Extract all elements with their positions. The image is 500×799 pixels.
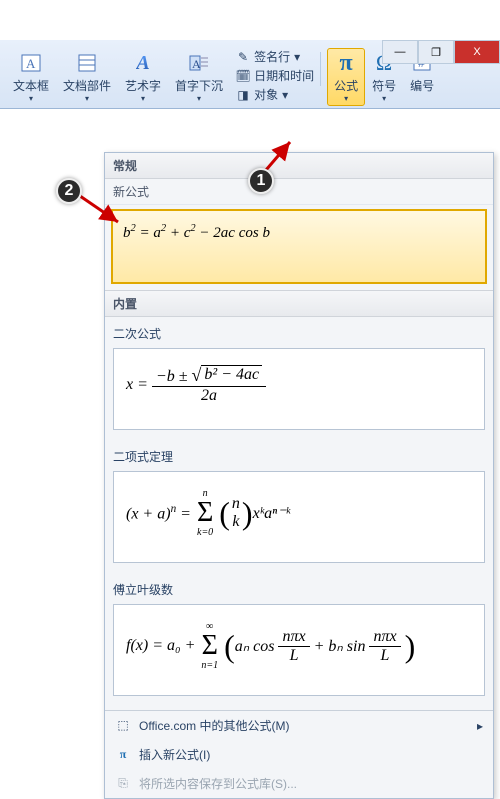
office-icon: ⬚ — [115, 718, 131, 734]
new-equation-item[interactable]: b2 = a2 + c2 − 2ac cos b — [111, 209, 487, 284]
chevron-right-icon: ▸ — [477, 719, 483, 733]
equation-label: 公式 — [334, 77, 358, 94]
save-to-gallery-label: 将所选内容保存到公式库(S)... — [139, 775, 297, 792]
binomial-item[interactable]: (x + a)n = n Σ k=0 ( n k ) xᵏaⁿ⁻ᵏ — [113, 471, 485, 563]
minimize-button[interactable]: — — [382, 40, 418, 64]
quadratic-item[interactable]: x = −b ± √b² − 4ac 2a — [113, 348, 485, 430]
equation-button[interactable]: π 公式 ▾ — [327, 48, 365, 106]
chevron-down-icon: ▾ — [382, 94, 386, 103]
quadratic-title: 二次公式 — [105, 317, 493, 346]
sigma-icon: ∞ Σ n=1 — [201, 621, 218, 671]
chevron-down-icon: ▾ — [29, 94, 33, 103]
fourier-frac-a: nπx L — [278, 628, 309, 665]
insert-new-equation-button[interactable]: π 插入新公式(I) — [105, 740, 493, 769]
svg-text:A: A — [26, 56, 36, 71]
fourier-title: 傅立叶级数 — [105, 573, 493, 602]
save-icon: ⎘ — [115, 776, 131, 792]
annotation-step-1: 1 — [248, 168, 274, 194]
pi-icon: π — [115, 747, 131, 763]
chevron-down-icon: ▾ — [141, 94, 145, 103]
binom-tail: xᵏaⁿ⁻ᵏ — [253, 503, 291, 523]
builtin-header: 内置 — [105, 290, 493, 317]
datetime-label: 日期和时间 — [254, 67, 314, 84]
quadratic-lhs: x = — [126, 376, 148, 394]
chevron-down-icon: ▾ — [85, 94, 89, 103]
wordart-label: 艺术字 — [125, 77, 161, 94]
textbox-button[interactable]: A 文本框 ▾ — [6, 48, 56, 106]
docparts-icon — [75, 51, 99, 75]
equation-preview-new: b2 = a2 + c2 − 2ac cos b — [123, 225, 270, 241]
new-equation-header: 新公式 — [105, 179, 493, 205]
pi-icon: π — [334, 51, 358, 75]
rparen-icon: ) — [405, 638, 416, 654]
maximize-button[interactable]: ❐ — [418, 40, 454, 64]
datetime-button[interactable]: 🗓 日期和时间 — [236, 67, 314, 84]
fourier-term-b: + bₙ sin — [314, 636, 366, 656]
object-button[interactable]: ◨ 对象 ▾ — [236, 86, 314, 103]
equation-dropdown: 常规 新公式 b2 = a2 + c2 − 2ac cos b 内置 二次公式 … — [104, 152, 494, 799]
docparts-label: 文档部件 — [63, 77, 111, 94]
binomial-title: 二项式定理 — [105, 440, 493, 469]
svg-text:A: A — [192, 57, 201, 71]
dropcap-icon: A — [187, 51, 211, 75]
lparen-icon: ( — [219, 505, 230, 521]
dropdown-footer: ⬚ Office.com 中的其他公式(M) ▸ π 插入新公式(I) ⎘ 将所… — [105, 710, 493, 798]
quadratic-fraction: −b ± √b² − 4ac 2a — [152, 365, 266, 405]
chevron-down-icon: ▾ — [344, 94, 348, 103]
insert-new-label: 插入新公式(I) — [139, 746, 210, 763]
object-icon: ◨ — [236, 88, 250, 102]
chevron-down-icon: ▾ — [282, 88, 288, 102]
binom-coeff: n k — [232, 495, 240, 531]
dropcap-label: 首字下沉 — [175, 77, 223, 94]
sigma-icon: n Σ k=0 — [197, 488, 213, 538]
rparen-icon: ) — [242, 505, 253, 521]
textbox-label: 文本框 — [13, 77, 49, 94]
fourier-item[interactable]: f(x) = a₀ + ∞ Σ n=1 ( aₙ cos nπx L + bₙ … — [113, 604, 485, 696]
close-button[interactable]: X — [454, 40, 500, 64]
chevron-down-icon: ▾ — [197, 94, 201, 103]
dropcap-button[interactable]: A 首字下沉 ▾ — [168, 48, 230, 106]
wordart-icon: A — [131, 51, 155, 75]
office-more-button[interactable]: ⬚ Office.com 中的其他公式(M) ▸ — [105, 711, 493, 740]
fourier-frac-b: nπx L — [369, 628, 400, 665]
office-more-label: Office.com 中的其他公式(M) — [139, 717, 289, 734]
window-controls: — ❐ X — [382, 40, 500, 64]
object-label: 对象 — [254, 86, 278, 103]
save-to-gallery-button: ⎘ 将所选内容保存到公式库(S)... — [105, 769, 493, 798]
number-label: 编号 — [410, 77, 434, 94]
quad-num-prefix: −b ± — [156, 368, 192, 385]
annotation-step-2: 2 — [56, 178, 82, 204]
signature-icon: ✎ — [236, 50, 250, 64]
chevron-down-icon: ▾ — [294, 50, 300, 64]
quad-radicand: b² − 4ac — [201, 365, 262, 384]
lparen-icon: ( — [224, 638, 235, 654]
arrow-icon — [76, 192, 126, 232]
symbol-label: 符号 — [372, 77, 396, 94]
quad-den: 2a — [197, 387, 221, 405]
separator — [320, 52, 321, 86]
insert-small-group: ✎ 签名行 ▾ 🗓 日期和时间 ◨ 对象 ▾ — [232, 48, 314, 106]
fourier-lhs: f(x) = a₀ + — [126, 637, 195, 655]
wordart-button[interactable]: A 艺术字 ▾ — [118, 48, 168, 106]
calendar-icon: 🗓 — [236, 69, 250, 83]
binom-lhs: (x + a)n = — [126, 503, 191, 523]
signature-button[interactable]: ✎ 签名行 ▾ — [236, 48, 314, 65]
signature-label: 签名行 — [254, 48, 290, 65]
docparts-button[interactable]: 文档部件 ▾ — [56, 48, 118, 106]
fourier-term-a: aₙ cos — [235, 636, 275, 656]
textbox-icon: A — [19, 51, 43, 75]
builtin-list: 内置 二次公式 x = −b ± √b² − 4ac 2a 二项式定理 (x +… — [105, 290, 493, 710]
